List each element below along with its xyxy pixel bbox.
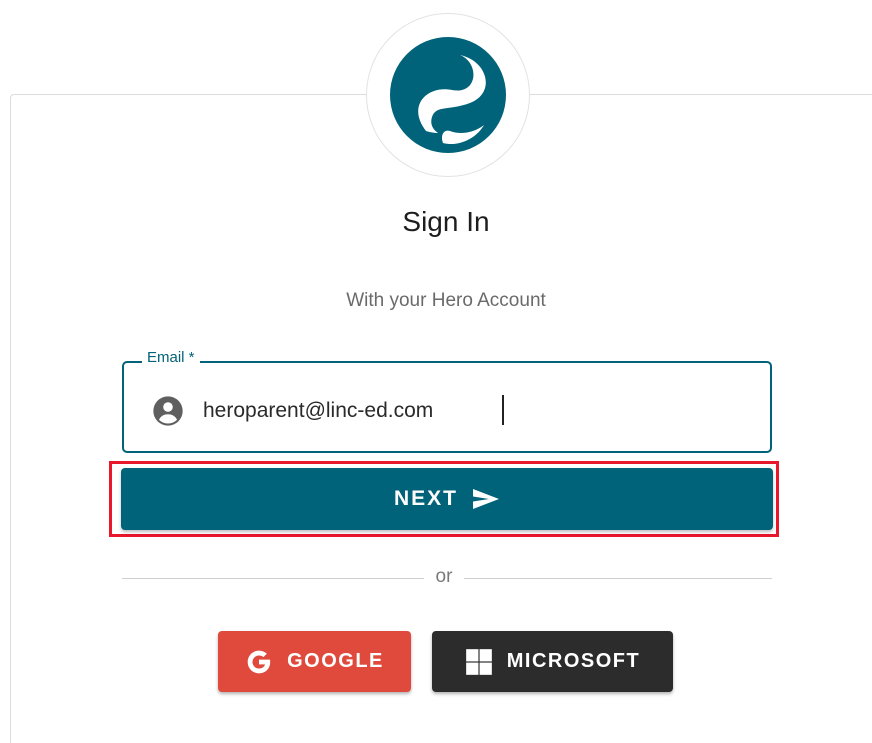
divider-line-right [464,578,772,579]
divider-line-left [122,578,424,579]
next-button-label: NEXT [393,487,458,510]
google-button-label: GOOGLE [287,650,384,672]
account-circle-icon [153,396,183,426]
windows-logo-icon [465,648,493,676]
google-signin-button[interactable]: GOOGLE [218,631,411,692]
text-caret [502,395,504,425]
page-title: Sign In [402,206,490,237]
next-button[interactable]: NEXT [121,468,773,530]
google-g-icon [245,648,273,676]
send-arrow-icon [473,489,499,509]
email-input[interactable] [203,392,743,430]
hero-logo-icon [390,37,506,153]
logo-badge [366,13,530,177]
email-field-label: Email * [142,349,200,366]
divider-or-text: or [435,566,453,587]
sign-in-page: Sign In With your Hero Account Email * N… [0,0,872,743]
microsoft-button-label: MICROSOFT [506,650,641,672]
page-subtitle: With your Hero Account [346,290,546,311]
microsoft-signin-button[interactable]: MICROSOFT [432,631,673,692]
